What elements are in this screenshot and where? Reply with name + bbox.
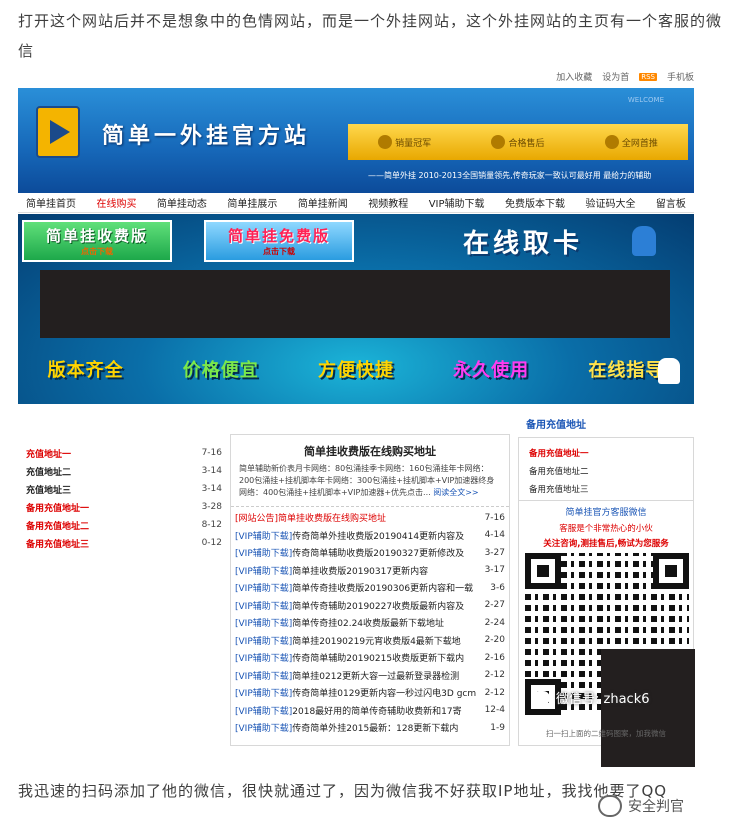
news-item[interactable]: [VIP辅助下载] 2018最好用的简单传奇辅助收费新和17寄 12-4: [235, 702, 505, 720]
nav-item[interactable]: VIP辅助下载: [429, 195, 485, 210]
feature-list: 版本齐全 价格便宜 方便快捷 永久使用 在线指导: [18, 356, 694, 382]
qr-title: 简单挂官方客服微信: [565, 508, 647, 518]
article-paragraph-top: 打开这个网站后并不是想象中的色情网站，而是一个外挂网站，这个外挂网站的主页有一个…: [18, 12, 723, 60]
play-logo-icon: [36, 106, 80, 158]
trophy-icon: [378, 135, 393, 149]
bookmark-link[interactable]: 加入收藏: [556, 70, 592, 83]
site-title: 简单一外挂官方站: [102, 124, 311, 149]
redaction-block: [601, 649, 695, 767]
list-item[interactable]: 备用充值地址一: [529, 444, 683, 462]
rss-badge[interactable]: RSS: [639, 72, 657, 81]
nav-item[interactable]: 免费版本下载: [505, 195, 565, 210]
purchase-title[interactable]: 简单挂收费版在线购买地址: [231, 443, 509, 459]
list-item[interactable]: 充值地址二 3-14: [26, 462, 222, 480]
main-nav: 简单挂首页 在线购买 简单挂动态 简单挂展示 简单挂新闻 视频教程 VIP辅助下…: [18, 193, 694, 213]
feature-item: 方便快捷: [317, 360, 394, 381]
hand-pointer-icon: [632, 226, 656, 256]
qr-service-line: 关注咨询,测挂售后,畅试为您服务: [543, 539, 669, 549]
wechat-icon: [532, 690, 550, 705]
news-item[interactable]: [VIP辅助下载] 简单挂收费版20190317更新内容 3-17: [235, 562, 505, 580]
redaction-block: [40, 270, 670, 338]
nav-item[interactable]: 验证码大全: [585, 195, 635, 210]
nav-item[interactable]: 简单挂动态: [157, 195, 207, 210]
paid-version-button[interactable]: 简单挂收费版 点击下载: [22, 220, 172, 262]
news-item[interactable]: [VIP辅助下载] 传奇简单外挂收费版20190414更新内容及 4-14: [235, 527, 505, 545]
list-item[interactable]: 充值地址一 7-16: [26, 444, 222, 462]
feature-item: 永久使用: [453, 360, 530, 381]
banner-badges: 销量冠军 合格售后 全网首推: [348, 124, 688, 160]
nav-item[interactable]: 留言板: [656, 195, 686, 210]
online-card-button[interactable]: 在线取卡: [418, 220, 628, 262]
news-item[interactable]: [VIP辅助下载] 简单传奇辅助20190227收费版最新内容及 2-27: [235, 597, 505, 615]
news-item[interactable]: [VIP辅助下载] 传奇简单外挂2015最新：128更新下载内 1-9: [235, 719, 505, 737]
site-banner: WELCOME 简单一外挂官方站 销量冠军 合格售后 全网首推 ——简单外挂 2…: [18, 88, 694, 193]
news-item[interactable]: [VIP辅助下载] 传奇简单挂0129更新内容一秒过闪电3D gcm 2-12: [235, 684, 505, 702]
recharge-list: 充值地址一 7-16 充值地址二 3-14 充值地址三 3-14 备用充值地址一 3-2…: [26, 444, 222, 552]
news-item[interactable]: [VIP辅助下载] 简单挂20190219元宵收费版4最新下载地 2-20: [235, 632, 505, 650]
banner-slogan: ——简单外挂 2010-2013全国销量领先,传奇玩家一致认可最好用 最给力的辅…: [368, 171, 652, 180]
qr-subtitle: 客服是个非常热心的小伙: [559, 524, 653, 534]
backup-recharge-column: 备用充值地址 备用充值地址一 备用充值地址二 备用充值地址三: [518, 416, 694, 505]
news-item[interactable]: [网站公告] 简单挂收费版在线购买地址 7-16: [235, 509, 505, 527]
feature-item: 版本齐全: [47, 360, 124, 381]
badge-item: 合格售后: [491, 135, 545, 149]
news-item[interactable]: [VIP辅助下载] 简单挂0212更新大容一过最新登录器检测 2-12: [235, 667, 505, 685]
read-more-link[interactable]: 阅读全文>>: [433, 488, 478, 497]
news-item[interactable]: [VIP辅助下载] 传奇简单辅助收费版20190327更新修改及 3-27: [235, 544, 505, 562]
shield-icon: [491, 135, 506, 149]
nav-item-active[interactable]: 在线购买: [96, 195, 136, 210]
wechat-id: 微信号: zhack6: [556, 692, 650, 707]
list-item[interactable]: 备用充值地址二 8-12: [26, 516, 222, 534]
author-signature: 安全判官: [598, 795, 684, 817]
list-item[interactable]: 备用充值地址三 0-12: [26, 534, 222, 552]
news-item[interactable]: [VIP辅助下载] 传奇简单辅助20190215收费版更新下载内 2-16: [235, 649, 505, 667]
website-screenshot: 加入收藏 设为首 RSS 手机板 WELCOME 简单一外挂官方站 销量冠军 合…: [18, 66, 698, 767]
mobile-link[interactable]: 手机板: [667, 70, 694, 83]
promo-banner: 简单挂收费版 点击下载 简单挂免费版 点击下载 在线取卡 版本齐全 价格便宜 方…: [18, 214, 694, 404]
backup-recharge-heading[interactable]: 备用充值地址: [526, 416, 694, 431]
banner-welcome: WELCOME: [627, 96, 664, 104]
nav-item[interactable]: 视频教程: [368, 195, 408, 210]
qr-caption: 扫一扫上面的二维码图案，加我微信: [546, 729, 666, 738]
list-item[interactable]: 备用充值地址一 3-28: [26, 498, 222, 516]
backup-recharge-links: 备用充值地址一 备用充值地址二 备用充值地址三: [518, 437, 694, 505]
news-item[interactable]: [VIP辅助下载] 简单传奇挂02.24收费版最新下载地址 2-24: [235, 614, 505, 632]
signature-text: 安全判官: [628, 799, 684, 815]
feature-item: 价格便宜: [182, 360, 259, 381]
cart-icon: [604, 135, 619, 149]
badge-item: 销量冠军: [378, 135, 431, 149]
nav-item[interactable]: 简单挂展示: [227, 195, 277, 210]
purchase-panel: 简单挂收费版在线购买地址 简单辅助新价表月卡网络：80包涌挂季卡网络：160包涌…: [230, 434, 510, 746]
list-item[interactable]: 备用充值地址二: [529, 462, 683, 480]
top-links: 加入收藏 设为首 RSS 手机板: [556, 70, 694, 83]
account-logo-icon: [598, 795, 622, 817]
qr-finder-icon: [525, 553, 561, 589]
list-item[interactable]: 充值地址三 3-14: [26, 480, 222, 498]
list-item[interactable]: 备用充值地址三: [529, 480, 683, 498]
nav-item[interactable]: 简单挂首页: [26, 195, 76, 210]
free-version-button[interactable]: 简单挂免费版 点击下载: [204, 220, 354, 262]
feature-item: 在线指导: [588, 360, 665, 381]
set-homepage-link[interactable]: 设为首: [602, 70, 629, 83]
news-list: [网站公告] 简单挂收费版在线购买地址 7-16 [VIP辅助下载] 传奇简单外挂收费…: [231, 507, 509, 739]
news-item[interactable]: [VIP辅助下载] 简单传奇挂收费版20190306更新内容和一载 3-6: [235, 579, 505, 597]
hand-pointer-icon: [658, 358, 680, 384]
purchase-description: 简单辅助新价表月卡网络：80包涌挂季卡网络：160包涌挂年卡网络：200包涌挂+…: [231, 459, 509, 507]
wechat-watermark: 微信号: zhack6: [532, 688, 650, 707]
badge-item: 全网首推: [604, 135, 658, 149]
customer-service-qr-panel: 简单挂官方客服微信 客服是个非常热心的小伙 关注咨询,测挂售后,畅试为您服务 扫…: [518, 500, 695, 767]
qr-finder-icon: [653, 553, 689, 589]
nav-item[interactable]: 简单挂新闻: [298, 195, 348, 210]
